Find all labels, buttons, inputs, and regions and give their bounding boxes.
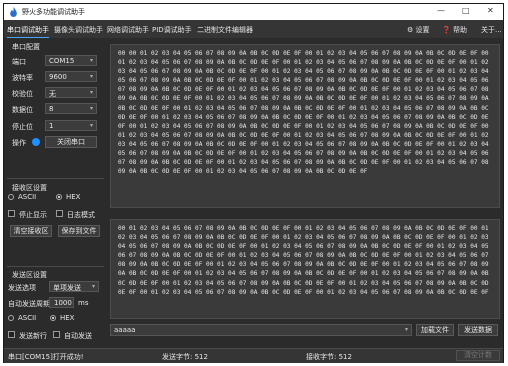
log-mode-label: 日志模式	[67, 211, 95, 219]
send-item-value: 单项发送	[53, 284, 81, 292]
recv-hex-radio[interactable]	[56, 194, 62, 200]
settings-menu[interactable]: ⚙ 设置	[407, 25, 430, 35]
parity-label: 校验位	[12, 90, 33, 98]
gear-icon: ⚙	[407, 26, 414, 34]
port-label: 端口	[12, 58, 26, 66]
send-text-area[interactable]: 00 01 02 03 04 05 06 07 08 09 0A 0B 0C 0…	[110, 219, 500, 319]
auto-period-unit: ms	[78, 299, 89, 307]
divider	[7, 266, 104, 267]
port-status-indicator	[32, 138, 40, 146]
clear-receive-button[interactable]: 清空接收区	[10, 225, 52, 237]
databits-label: 数据位	[12, 106, 33, 114]
baud-value: 9600	[49, 73, 67, 81]
settings-label: 设置	[415, 26, 430, 34]
baud-label: 波特率	[12, 74, 33, 82]
tab-pid[interactable]: PID调试助手	[152, 25, 192, 35]
receive-settings-heading: 接收区设置	[12, 184, 47, 192]
left-config-panel: 串口配置 端口 COM15 ▾ 波特率 9600 ▾ 校验位 无 ▾ 数据位 8…	[4, 38, 107, 348]
parity-select[interactable]: 无 ▾	[45, 87, 97, 98]
send-settings-heading: 发送区设置	[12, 271, 47, 279]
help-icon: ❓	[442, 26, 451, 34]
send-newline-checkbox[interactable]	[8, 331, 15, 338]
auto-period-input[interactable]: 1000	[49, 297, 74, 308]
auto-send-checkbox[interactable]	[53, 331, 60, 338]
recv-ascii-label: ASCII	[18, 193, 37, 201]
chevron-down-icon: ▾	[404, 326, 408, 333]
receive-text-area[interactable]: 00 00 01 02 03 04 05 06 07 08 09 0A 0B 0…	[110, 44, 500, 208]
help-label: 帮助	[452, 26, 467, 34]
title-bar: 野火多功能调试助手 — □ ✕	[4, 4, 503, 20]
send-item-label: 发送选项	[8, 284, 36, 292]
minimize-button[interactable]: —	[437, 6, 445, 15]
auto-send-label: 自动发送	[64, 332, 92, 340]
chevron-down-icon: ▾	[89, 57, 93, 64]
serial-config-heading: 串口配置	[12, 43, 40, 51]
port-select[interactable]: COM15 ▾	[45, 55, 97, 66]
maximize-button[interactable]: □	[462, 6, 470, 15]
send-newline-label: 发送新行	[19, 332, 47, 340]
send-ascii-label: ASCII	[18, 314, 37, 322]
stopbits-select[interactable]: 1 ▾	[45, 120, 97, 131]
parity-value: 无	[49, 90, 56, 98]
window-title: 野火多功能调试助手	[22, 8, 85, 16]
about-menu[interactable]: 关于...	[481, 25, 502, 35]
load-file-button[interactable]: 加载文件	[416, 324, 454, 336]
tab-camera[interactable]: 摄像头调试助手	[54, 25, 103, 35]
recv-hex-label: HEX	[66, 193, 81, 201]
flame-logo-icon	[10, 7, 17, 17]
clear-count-button[interactable]: 清空计数	[456, 350, 500, 361]
close-port-button[interactable]: 关闭串口	[45, 136, 97, 148]
port-status-text: 串口[COM15]打开成功!	[8, 353, 84, 361]
send-history-select[interactable]: aaaaa ▾	[110, 324, 412, 336]
close-button[interactable]: ✕	[487, 6, 494, 15]
stopbits-label: 停止位	[12, 123, 33, 131]
baud-select[interactable]: 9600 ▾	[45, 71, 97, 82]
port-value: COM15	[49, 57, 75, 65]
sent-bytes-text: 发送字节: 512	[162, 353, 208, 361]
chevron-down-icon: ▾	[89, 73, 93, 80]
databits-select[interactable]: 8 ▾	[45, 103, 97, 114]
stop-display-checkbox[interactable]	[8, 210, 15, 217]
recv-bytes-text: 接收字节: 512	[306, 353, 352, 361]
send-hex-radio[interactable]	[50, 315, 56, 321]
operation-label: 操作	[12, 139, 26, 147]
auto-period-label: 自动发送周期	[8, 300, 50, 308]
send-hex-label: HEX	[60, 314, 75, 322]
status-bar: 串口[COM15]打开成功! 发送字节: 512 接收字节: 512 清空计数	[4, 348, 503, 363]
chevron-down-icon: ▾	[89, 89, 93, 96]
send-history-value: aaaaa	[114, 326, 136, 334]
main-window: 野火多功能调试助手 — □ ✕ 串口调试助手 摄像头调试助手 网络调试助手 PI…	[3, 3, 504, 363]
send-ascii-radio[interactable]	[8, 315, 14, 321]
stopbits-value: 1	[49, 122, 54, 130]
stop-display-label: 停止显示	[19, 211, 47, 219]
tab-network[interactable]: 网络调试助手	[107, 25, 149, 35]
help-menu[interactable]: ❓ 帮助	[442, 25, 467, 35]
send-data-button[interactable]: 发送数据	[458, 324, 498, 336]
save-to-file-button[interactable]: 保存到文件	[58, 225, 100, 237]
menu-bar: 串口调试助手 摄像头调试助手 网络调试助手 PID调试助手 二进制文件编辑器 ⚙…	[4, 20, 503, 38]
divider	[7, 178, 104, 179]
tab-binary-editor[interactable]: 二进制文件编辑器	[197, 25, 253, 35]
recv-ascii-radio[interactable]	[8, 194, 14, 200]
databits-value: 8	[49, 105, 54, 113]
chevron-down-icon: ▾	[89, 105, 93, 112]
chevron-down-icon: ▾	[91, 283, 95, 290]
log-mode-checkbox[interactable]	[56, 210, 63, 217]
send-item-select[interactable]: 单项发送 ▾	[49, 281, 99, 292]
chevron-down-icon: ▾	[89, 122, 93, 129]
tab-serial[interactable]: 串口调试助手	[7, 25, 49, 38]
